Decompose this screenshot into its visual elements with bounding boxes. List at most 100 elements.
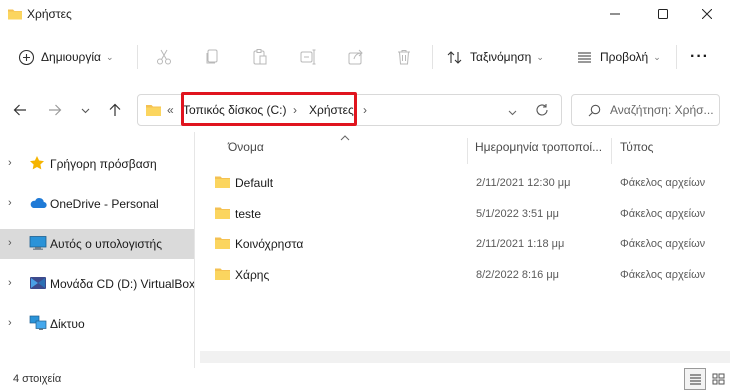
divider [432,45,433,69]
file-date: 2/11/2021 12:30 μμ [476,177,571,189]
refresh-button[interactable] [535,103,549,120]
monitor-icon [29,235,47,253]
cut-button[interactable] [155,38,173,76]
close-icon [702,9,712,19]
chevron-down-icon: ⌄ [105,51,114,62]
copy-button[interactable] [203,38,221,76]
column-header-date[interactable]: Ημερομηνία τροποποί... [475,140,602,164]
arrow-right-icon [49,104,62,116]
column-header-name[interactable]: Όνομα [228,140,264,164]
cd-drive-icon [29,275,47,293]
more-options-button[interactable]: ··· [690,38,709,76]
maximize-button[interactable] [640,0,686,28]
sidebar-item-this-pc[interactable]: › Αυτός ο υπολογιστής [0,229,194,259]
file-name: Χάρης [235,268,270,282]
new-button[interactable]: Δημιουργία ⌄ [18,38,113,76]
address-history-button[interactable] [508,106,517,120]
sidebar-item-network[interactable]: › Δίκτυο [0,309,194,339]
navigation-pane: › Γρήγορη πρόσβαση › OneDrive - Personal… [0,140,196,360]
folder-icon [145,103,162,120]
title-bar: Χρήστες [0,0,730,30]
details-view-button[interactable] [684,368,706,390]
chevron-right-icon[interactable]: › [8,157,12,169]
file-name: Default [235,176,274,190]
chevron-right-icon[interactable]: › [8,277,12,289]
view-label: Προβολή [600,50,649,64]
sidebar-item-label: Αυτός ο υπολογιστής [50,237,162,251]
rename-icon [300,49,316,65]
search-input[interactable]: Αναζήτηση: Χρήσ... [610,103,714,117]
up-button[interactable] [105,92,125,128]
scissors-icon [157,49,171,65]
chevron-right-icon[interactable]: › [8,317,12,329]
sidebar-item-label: Μονάδα CD (D:) VirtualBox [50,277,196,291]
star-icon [29,155,47,173]
item-count: 4 στοιχεία [13,373,62,385]
list-view-icon [578,51,591,63]
details-view-icon [689,374,701,385]
column-header-type[interactable]: Τύπος [620,140,653,164]
rename-button[interactable] [299,38,317,76]
file-row[interactable]: Default 2/11/2021 12:30 μμ Φάκελος αρχεί… [200,168,720,198]
divider [137,45,138,69]
file-row[interactable]: Κοινόχρηστα 2/11/2021 1:18 μμ Φάκελος αρ… [200,229,720,259]
copy-icon [206,49,218,64]
cloud-icon [29,195,47,213]
clipboard-icon [253,49,267,65]
maximize-icon [658,9,668,19]
share-icon [348,49,363,65]
network-icon [29,315,47,333]
breadcrumb-separator[interactable]: › [363,103,367,117]
sidebar-item-quick-access[interactable]: › Γρήγορη πρόσβαση [0,149,194,179]
column-divider[interactable] [467,138,468,164]
command-bar: Δημιουργία ⌄ Ταξινόμηση ⌄ Προβολή ⌄ ··· [0,38,730,76]
chevron-down-icon: ⌄ [536,51,544,62]
search-icon [588,104,601,120]
column-divider[interactable] [611,138,612,164]
forward-button[interactable] [45,92,65,128]
recent-locations-button[interactable] [78,92,92,128]
chevron-down-icon [81,108,89,113]
trash-icon [398,50,410,65]
file-type: Φάκελος αρχείων [620,177,706,189]
folder-icon [214,175,231,192]
chevron-right-icon[interactable]: › [8,237,12,249]
file-name: Κοινόχρηστα [235,237,304,251]
sidebar-item-onedrive[interactable]: › OneDrive - Personal [0,189,194,219]
back-button[interactable] [10,92,30,128]
minimize-icon [610,13,620,15]
chevron-down-icon: ⌄ [653,51,661,62]
folder-icon [214,236,231,253]
plus-circle-icon [18,49,35,65]
delete-button[interactable] [395,38,413,76]
breadcrumb-overflow[interactable]: « [167,103,174,117]
breadcrumb-highlight-box [181,92,357,126]
sort-button[interactable]: Ταξινόμηση ⌄ [446,38,544,76]
file-row[interactable]: Χάρης 8/2/2022 8:16 μμ Φάκελος αρχείων [200,260,720,290]
arrow-left-icon [13,104,26,116]
share-button[interactable] [347,38,365,76]
file-date: 8/2/2022 8:16 μμ [476,269,560,281]
file-row[interactable]: teste 5/1/2022 3:51 μμ Φάκελος αρχείων [200,199,720,229]
search-box[interactable]: Αναζήτηση: Χρήσ... [571,94,720,126]
sidebar-item-label: Γρήγορη πρόσβαση [50,157,157,171]
chevron-right-icon[interactable]: › [8,197,12,209]
navigation-row: « Τοπικός δίσκος (C:) › Χρήστες › Αναζήτ… [0,92,730,128]
file-type: Φάκελος αρχείων [620,208,706,220]
sort-label: Ταξινόμηση [470,50,532,64]
file-date: 5/1/2022 3:51 μμ [476,208,560,220]
tiles-view-icon [712,373,724,385]
sort-arrows-icon [447,50,462,64]
pane-divider [194,132,195,368]
minimize-button[interactable] [592,0,638,28]
paste-button[interactable] [251,38,269,76]
file-name: teste [235,207,262,221]
sort-ascending-icon [340,133,350,144]
horizontal-scrollbar[interactable] [200,351,730,363]
sidebar-item-cd-drive[interactable]: › Μονάδα CD (D:) VirtualBox [0,269,196,299]
refresh-icon [536,104,548,116]
view-button[interactable]: Προβολή ⌄ [576,38,661,76]
close-button[interactable] [684,0,730,28]
folder-icon [214,267,231,284]
tiles-view-button[interactable] [707,368,729,390]
